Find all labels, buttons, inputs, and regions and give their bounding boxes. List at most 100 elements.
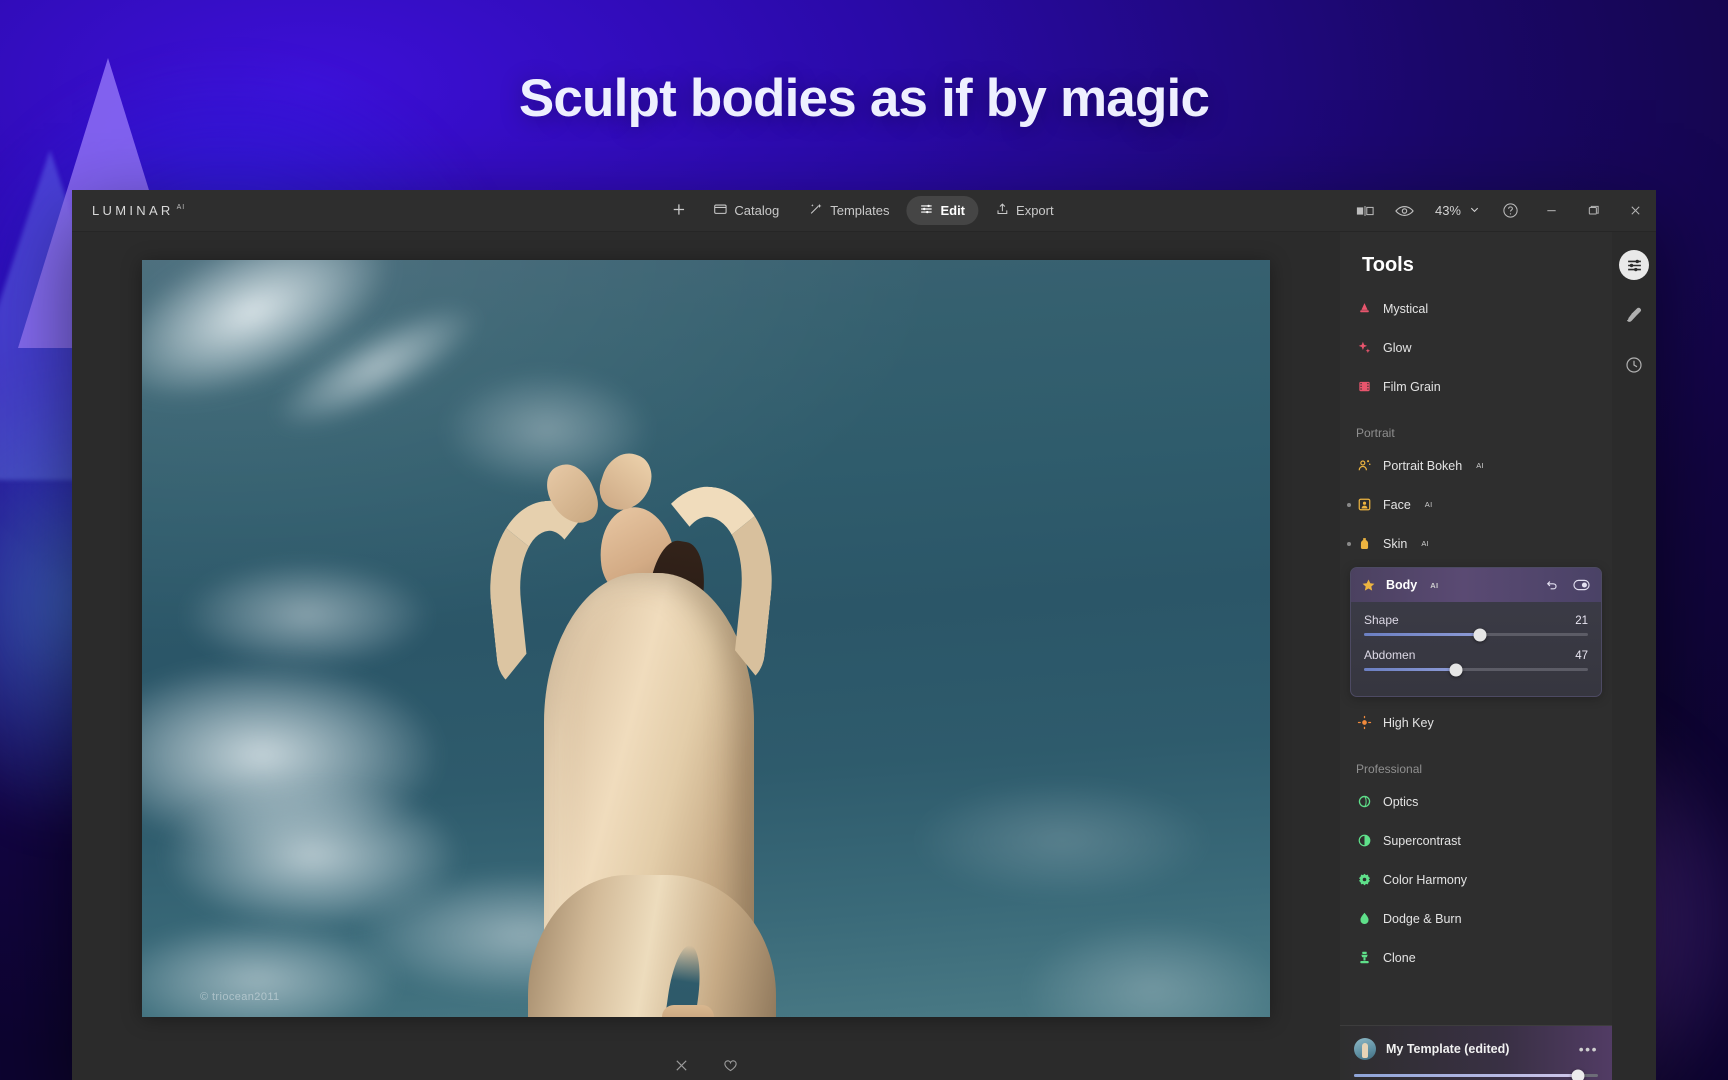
slider-abdomen[interactable] bbox=[1364, 663, 1588, 676]
model-leg bbox=[662, 1005, 714, 1017]
tool-item-face[interactable]: Face AI bbox=[1340, 485, 1612, 524]
templates-icon bbox=[809, 202, 823, 219]
edit-label: Edit bbox=[940, 203, 966, 218]
tool-label: Skin bbox=[1383, 536, 1408, 551]
tool-item-glow[interactable]: Glow bbox=[1340, 328, 1612, 367]
undo-icon[interactable] bbox=[1543, 578, 1561, 592]
template-footer: My Template (edited) ••• bbox=[1340, 1025, 1612, 1080]
favorite-heart-icon[interactable] bbox=[723, 1058, 738, 1073]
catalog-tab[interactable]: Catalog bbox=[700, 196, 792, 225]
model-right-arm bbox=[632, 480, 782, 684]
canvas-bottom-bar bbox=[674, 1035, 738, 1080]
face-icon bbox=[1356, 497, 1372, 513]
tools-panel: Tools Mystical Glow Film Grain Portrait … bbox=[1340, 232, 1612, 1080]
slider-knob[interactable] bbox=[1473, 628, 1487, 641]
eye-toggle-icon[interactable] bbox=[1571, 578, 1592, 592]
help-icon[interactable] bbox=[1490, 190, 1530, 232]
tool-item-clone[interactable]: Clone bbox=[1340, 938, 1612, 977]
luminar-app-window: LUMINAR AI Catalog Templates Edit Export… bbox=[72, 190, 1656, 1080]
tool-item-optics[interactable]: Optics bbox=[1340, 782, 1612, 821]
compare-icon[interactable] bbox=[1345, 190, 1385, 232]
reject-close-icon[interactable] bbox=[674, 1058, 689, 1073]
photo-viewport[interactable]: © triocean2011 bbox=[142, 260, 1270, 1017]
edit-tab[interactable]: Edit bbox=[906, 196, 979, 225]
history-clock-icon[interactable] bbox=[1619, 350, 1649, 380]
optics-icon bbox=[1356, 794, 1372, 810]
tool-label: Glow bbox=[1383, 340, 1412, 355]
model-subject bbox=[472, 445, 892, 1017]
add-button[interactable] bbox=[661, 196, 696, 226]
template-amount-slider[interactable] bbox=[1354, 1069, 1598, 1080]
body-ai-badge: AI bbox=[1430, 580, 1439, 590]
high-key-icon bbox=[1356, 715, 1372, 731]
tool-item-portrait-bokeh[interactable]: Portrait Bokeh AI bbox=[1340, 446, 1612, 485]
tool-item-color-harmony[interactable]: Color Harmony bbox=[1340, 860, 1612, 899]
slider-value: 47 bbox=[1575, 650, 1588, 662]
app-logo-text: LUMINAR bbox=[92, 203, 174, 218]
slider-fill bbox=[1364, 668, 1456, 671]
section-label-professional: Professional bbox=[1356, 762, 1423, 776]
app-logo: LUMINAR AI bbox=[92, 203, 185, 218]
tool-modified-dot bbox=[1347, 502, 1351, 507]
catalog-icon bbox=[713, 202, 727, 219]
eye-icon[interactable] bbox=[1385, 190, 1425, 232]
clone-icon bbox=[1356, 950, 1372, 966]
brush-icon[interactable] bbox=[1619, 300, 1649, 330]
maximize-icon[interactable] bbox=[1572, 190, 1614, 232]
glow-icon bbox=[1356, 340, 1372, 356]
tool-item-skin[interactable]: Skin AI bbox=[1340, 524, 1612, 563]
minimize-icon[interactable] bbox=[1530, 190, 1572, 232]
plus-icon bbox=[671, 202, 686, 220]
tool-item-supercontrast[interactable]: Supercontrast bbox=[1340, 821, 1612, 860]
export-tab[interactable]: Export bbox=[982, 196, 1067, 225]
canvas-area: © triocean2011 bbox=[72, 232, 1340, 1080]
tools-panel-title: Tools bbox=[1362, 254, 1414, 276]
templates-tab[interactable]: Templates bbox=[796, 196, 902, 225]
tool-item-mystical[interactable]: Mystical bbox=[1340, 289, 1612, 328]
app-body: © triocean2011 Tools Mystical Glow Film … bbox=[72, 232, 1656, 1080]
slider-label: Abdomen bbox=[1364, 648, 1416, 662]
tools-list[interactable]: Mystical Glow Film Grain Portrait Portra… bbox=[1340, 289, 1612, 1025]
slider-label-row: Abdomen 47 bbox=[1364, 648, 1588, 662]
slider-shape[interactable] bbox=[1364, 628, 1588, 641]
slider-fill bbox=[1364, 633, 1481, 636]
color-harmony-icon bbox=[1356, 872, 1372, 888]
model-left-arm bbox=[480, 495, 620, 687]
film-grain-icon bbox=[1356, 379, 1372, 395]
tool-item-dodge-burn[interactable]: Dodge & Burn bbox=[1340, 899, 1612, 938]
body-ai-label: Body bbox=[1386, 578, 1418, 592]
zoom-level-selector[interactable]: 43% bbox=[1425, 203, 1490, 218]
slider-value: 21 bbox=[1575, 615, 1588, 627]
template-thumbnail bbox=[1354, 1038, 1376, 1060]
cloud bbox=[182, 560, 432, 670]
body-ai-header[interactable]: Body AI bbox=[1351, 568, 1601, 602]
tool-item-film-grain[interactable]: Film Grain bbox=[1340, 367, 1612, 406]
catalog-label: Catalog bbox=[734, 203, 780, 218]
chevron-down-icon bbox=[1469, 203, 1480, 218]
close-icon[interactable] bbox=[1614, 190, 1656, 232]
template-row[interactable]: My Template (edited) ••• bbox=[1354, 1038, 1598, 1060]
cloud bbox=[912, 780, 1212, 900]
tool-label: Dodge & Burn bbox=[1383, 911, 1462, 926]
tool-label: High Key bbox=[1383, 715, 1434, 730]
tool-label: Clone bbox=[1383, 950, 1416, 965]
page-headline: Sculpt bodies as if by magic bbox=[518, 69, 1210, 128]
tool-panel-body-ai: Body AI Shape 21 Abdomen 47 bbox=[1350, 567, 1602, 697]
tool-item-high-key[interactable]: High Key bbox=[1340, 703, 1612, 742]
portrait-bokeh-icon bbox=[1356, 458, 1372, 474]
tool-modified-dot bbox=[1347, 541, 1351, 546]
template-name: My Template (edited) bbox=[1386, 1042, 1510, 1056]
app-logo-superscript: AI bbox=[176, 204, 186, 211]
marketing-stage: Sculpt bodies as if by magic LUMINAR AI bbox=[0, 0, 1728, 1080]
edit-sliders-icon[interactable] bbox=[1619, 250, 1649, 280]
toolbar-center-group: Catalog Templates Edit Export bbox=[661, 196, 1066, 226]
tool-label: Mystical bbox=[1383, 301, 1429, 316]
skin-icon bbox=[1356, 536, 1372, 552]
tool-label: Color Harmony bbox=[1383, 872, 1468, 887]
slider-knob[interactable] bbox=[1449, 663, 1463, 676]
slider-knob[interactable] bbox=[1571, 1069, 1585, 1080]
slider-label: Shape bbox=[1364, 613, 1399, 627]
star-icon bbox=[1360, 577, 1376, 593]
export-icon bbox=[995, 202, 1009, 219]
more-options-icon[interactable]: ••• bbox=[1579, 1041, 1598, 1057]
